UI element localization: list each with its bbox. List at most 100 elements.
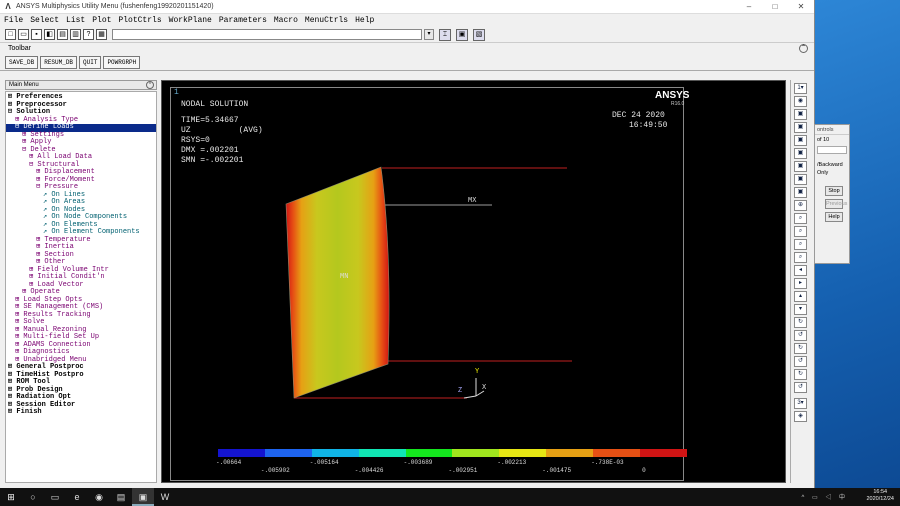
rotate-y-icon[interactable]: ↻ — [794, 343, 807, 354]
oblique-view-icon[interactable]: ▣ — [794, 187, 807, 198]
main-menu-title: Main Menu — [9, 82, 39, 88]
reset-picking-icon[interactable]: ▧ — [473, 28, 485, 41]
cortana-icon[interactable]: ○ — [22, 488, 44, 506]
rotate-x-icon[interactable]: ↻ — [794, 317, 807, 328]
edge-browser-icon[interactable]: e — [66, 488, 88, 506]
menu-file[interactable]: File — [4, 16, 23, 25]
results-viewer-icon[interactable]: ▣ — [456, 28, 468, 41]
rotate-z-icon[interactable]: ↻ — [794, 369, 807, 380]
rotate-x-neg-icon[interactable]: ↺ — [794, 330, 807, 341]
frame-slider[interactable] — [817, 146, 847, 154]
top-view-icon[interactable]: ▣ — [794, 135, 807, 146]
model-control-icon[interactable]: ⌶ — [439, 28, 451, 41]
zoom-out-icon[interactable]: ⌕ — [794, 252, 807, 263]
contour-legend-bar — [218, 449, 687, 457]
legend-label-top: -.005164 — [309, 459, 339, 466]
legend-label-top: -.003689 — [403, 459, 433, 466]
system-clock[interactable]: 16:54 2020/12/24 — [866, 489, 894, 503]
box-zoom-icon[interactable]: ⌕ — [794, 226, 807, 237]
triad-y-label: Y — [475, 368, 480, 376]
menu-select[interactable]: Select — [30, 16, 59, 25]
menu-list[interactable]: List — [66, 16, 85, 25]
save-icon[interactable]: ▪ — [31, 29, 42, 40]
legend-swatch — [264, 449, 312, 457]
command-history-dropdown[interactable]: ▾ — [424, 29, 434, 40]
rotate-z-neg-icon[interactable]: ↺ — [794, 382, 807, 393]
main-menu-item[interactable]: ⊞ Temperature — [6, 236, 156, 245]
rate-select-icon[interactable]: 3▾ — [794, 398, 807, 409]
new-file-icon[interactable]: □ — [5, 29, 16, 40]
deformed-plate — [285, 166, 390, 399]
mx-label: MX — [468, 197, 477, 205]
bottom-view-icon[interactable]: ▣ — [794, 148, 807, 159]
view-control-toolbar: 1▾ ◉ ▣ ▣ ▣ ▣ ▣ ▣ ▣ ⊕ ⌕ ⌕ ⌕ ⌕ ◂ ▸ ▴ ▾ ↻ ↺… — [790, 80, 810, 483]
menu-macro[interactable]: Macro — [274, 16, 298, 25]
fit-view-icon[interactable]: ⊕ — [794, 200, 807, 211]
previous-button[interactable]: Previous — [825, 199, 847, 209]
back-view-icon[interactable]: ▣ — [794, 122, 807, 133]
hardcopy-icon[interactable]: ▦ — [96, 29, 107, 40]
pan-right-icon[interactable]: ▸ — [794, 278, 807, 289]
dynamic-mode-icon[interactable]: ◈ — [794, 411, 807, 422]
pan-up-icon[interactable]: ▴ — [794, 291, 807, 302]
open-file-icon[interactable]: ▭ — [18, 29, 29, 40]
legend-swatch — [593, 449, 641, 457]
system-tray-icons[interactable]: ^ ▭ ◁ 中 — [802, 492, 849, 501]
print-icon[interactable]: ▤ — [57, 29, 68, 40]
quit-button[interactable]: QUIT — [79, 56, 102, 69]
minimize-button[interactable]: – — [736, 2, 762, 11]
menu-plot[interactable]: Plot — [92, 16, 111, 25]
right-view-icon[interactable]: ▣ — [794, 174, 807, 185]
legend-swatch — [546, 449, 594, 457]
rotate-y-neg-icon[interactable]: ↺ — [794, 356, 807, 367]
save-db-button[interactable]: SAVE_DB — [5, 56, 39, 69]
maximize-button[interactable]: □ — [762, 2, 788, 11]
pan-zoom-icon[interactable]: ◧ — [44, 29, 55, 40]
menu-help[interactable]: Help — [355, 16, 374, 25]
word-icon[interactable]: W — [154, 488, 176, 506]
pan-left-icon[interactable]: ◂ — [794, 265, 807, 276]
only-option[interactable]: Only — [815, 170, 849, 176]
front-view-icon[interactable]: ▣ — [794, 109, 807, 120]
file-explorer-icon[interactable]: ▤ — [110, 488, 132, 506]
legend-swatch — [218, 449, 265, 457]
left-view-icon[interactable]: ▣ — [794, 161, 807, 172]
legend-label-top: -.00664 — [216, 459, 242, 466]
chrome-icon[interactable]: ◉ — [88, 488, 110, 506]
menu-plotctrls[interactable]: PlotCtrls — [118, 16, 161, 25]
stop-button[interactable]: Stop — [825, 186, 843, 196]
close-button[interactable]: ✕ — [788, 2, 814, 11]
ansys-taskbar-icon[interactable]: ▣ — [132, 488, 154, 506]
ansys-app-icon: Λ — [5, 1, 11, 11]
main-menu-item[interactable]: ⊞ Force/Moment — [6, 176, 156, 185]
win-zoom-icon[interactable]: ⌕ — [794, 239, 807, 250]
task-view-icon[interactable]: ▭ — [44, 488, 66, 506]
iso-view-icon[interactable]: ◉ — [794, 96, 807, 107]
main-menu-item[interactable]: ⊞ Finish — [6, 408, 156, 417]
menu-workplane[interactable]: WorkPlane — [169, 16, 212, 25]
command-input[interactable] — [112, 29, 422, 40]
toolbar-collapse-icon[interactable]: ⌃ — [799, 44, 808, 53]
main-menu-header: Main Menu ⌃ — [5, 80, 157, 90]
main-menu-collapse-icon[interactable]: ⌃ — [146, 81, 154, 89]
legend-label-bottom: -.002951 — [448, 467, 478, 474]
menu-menuctrls[interactable]: MenuCtrls — [305, 16, 348, 25]
report-icon[interactable]: ▥ — [70, 29, 81, 40]
resume-db-button[interactable]: RESUM_DB — [40, 56, 78, 69]
zoom-icon[interactable]: ⌕ — [794, 213, 807, 224]
pan-down-icon[interactable]: ▾ — [794, 304, 807, 315]
graphics-window[interactable]: 1 NODAL SOLUTION TIME=5.34667 UZ (AVG) R… — [161, 80, 786, 483]
main-menu-item[interactable]: ⊞ Section — [6, 251, 156, 260]
window-title: ANSYS Multiphysics Utility Menu (fushenf… — [16, 3, 214, 10]
menu-parameters[interactable]: Parameters — [219, 16, 267, 25]
window-select-icon[interactable]: 1▾ — [794, 83, 807, 94]
main-menu-item[interactable]: ⊞ Inertia — [6, 243, 156, 252]
legend-swatch — [405, 449, 453, 457]
clock-time: 16:54 — [873, 489, 888, 495]
powrgrph-button[interactable]: POWRGRPH — [103, 56, 141, 69]
legend-label-bottom: 0 — [642, 467, 646, 474]
direction-option[interactable]: /Backward — [815, 162, 849, 168]
help-button[interactable]: Help — [825, 212, 843, 222]
windows-start-icon[interactable]: ⊞ — [0, 488, 22, 506]
help-icon[interactable]: ? — [83, 29, 94, 40]
